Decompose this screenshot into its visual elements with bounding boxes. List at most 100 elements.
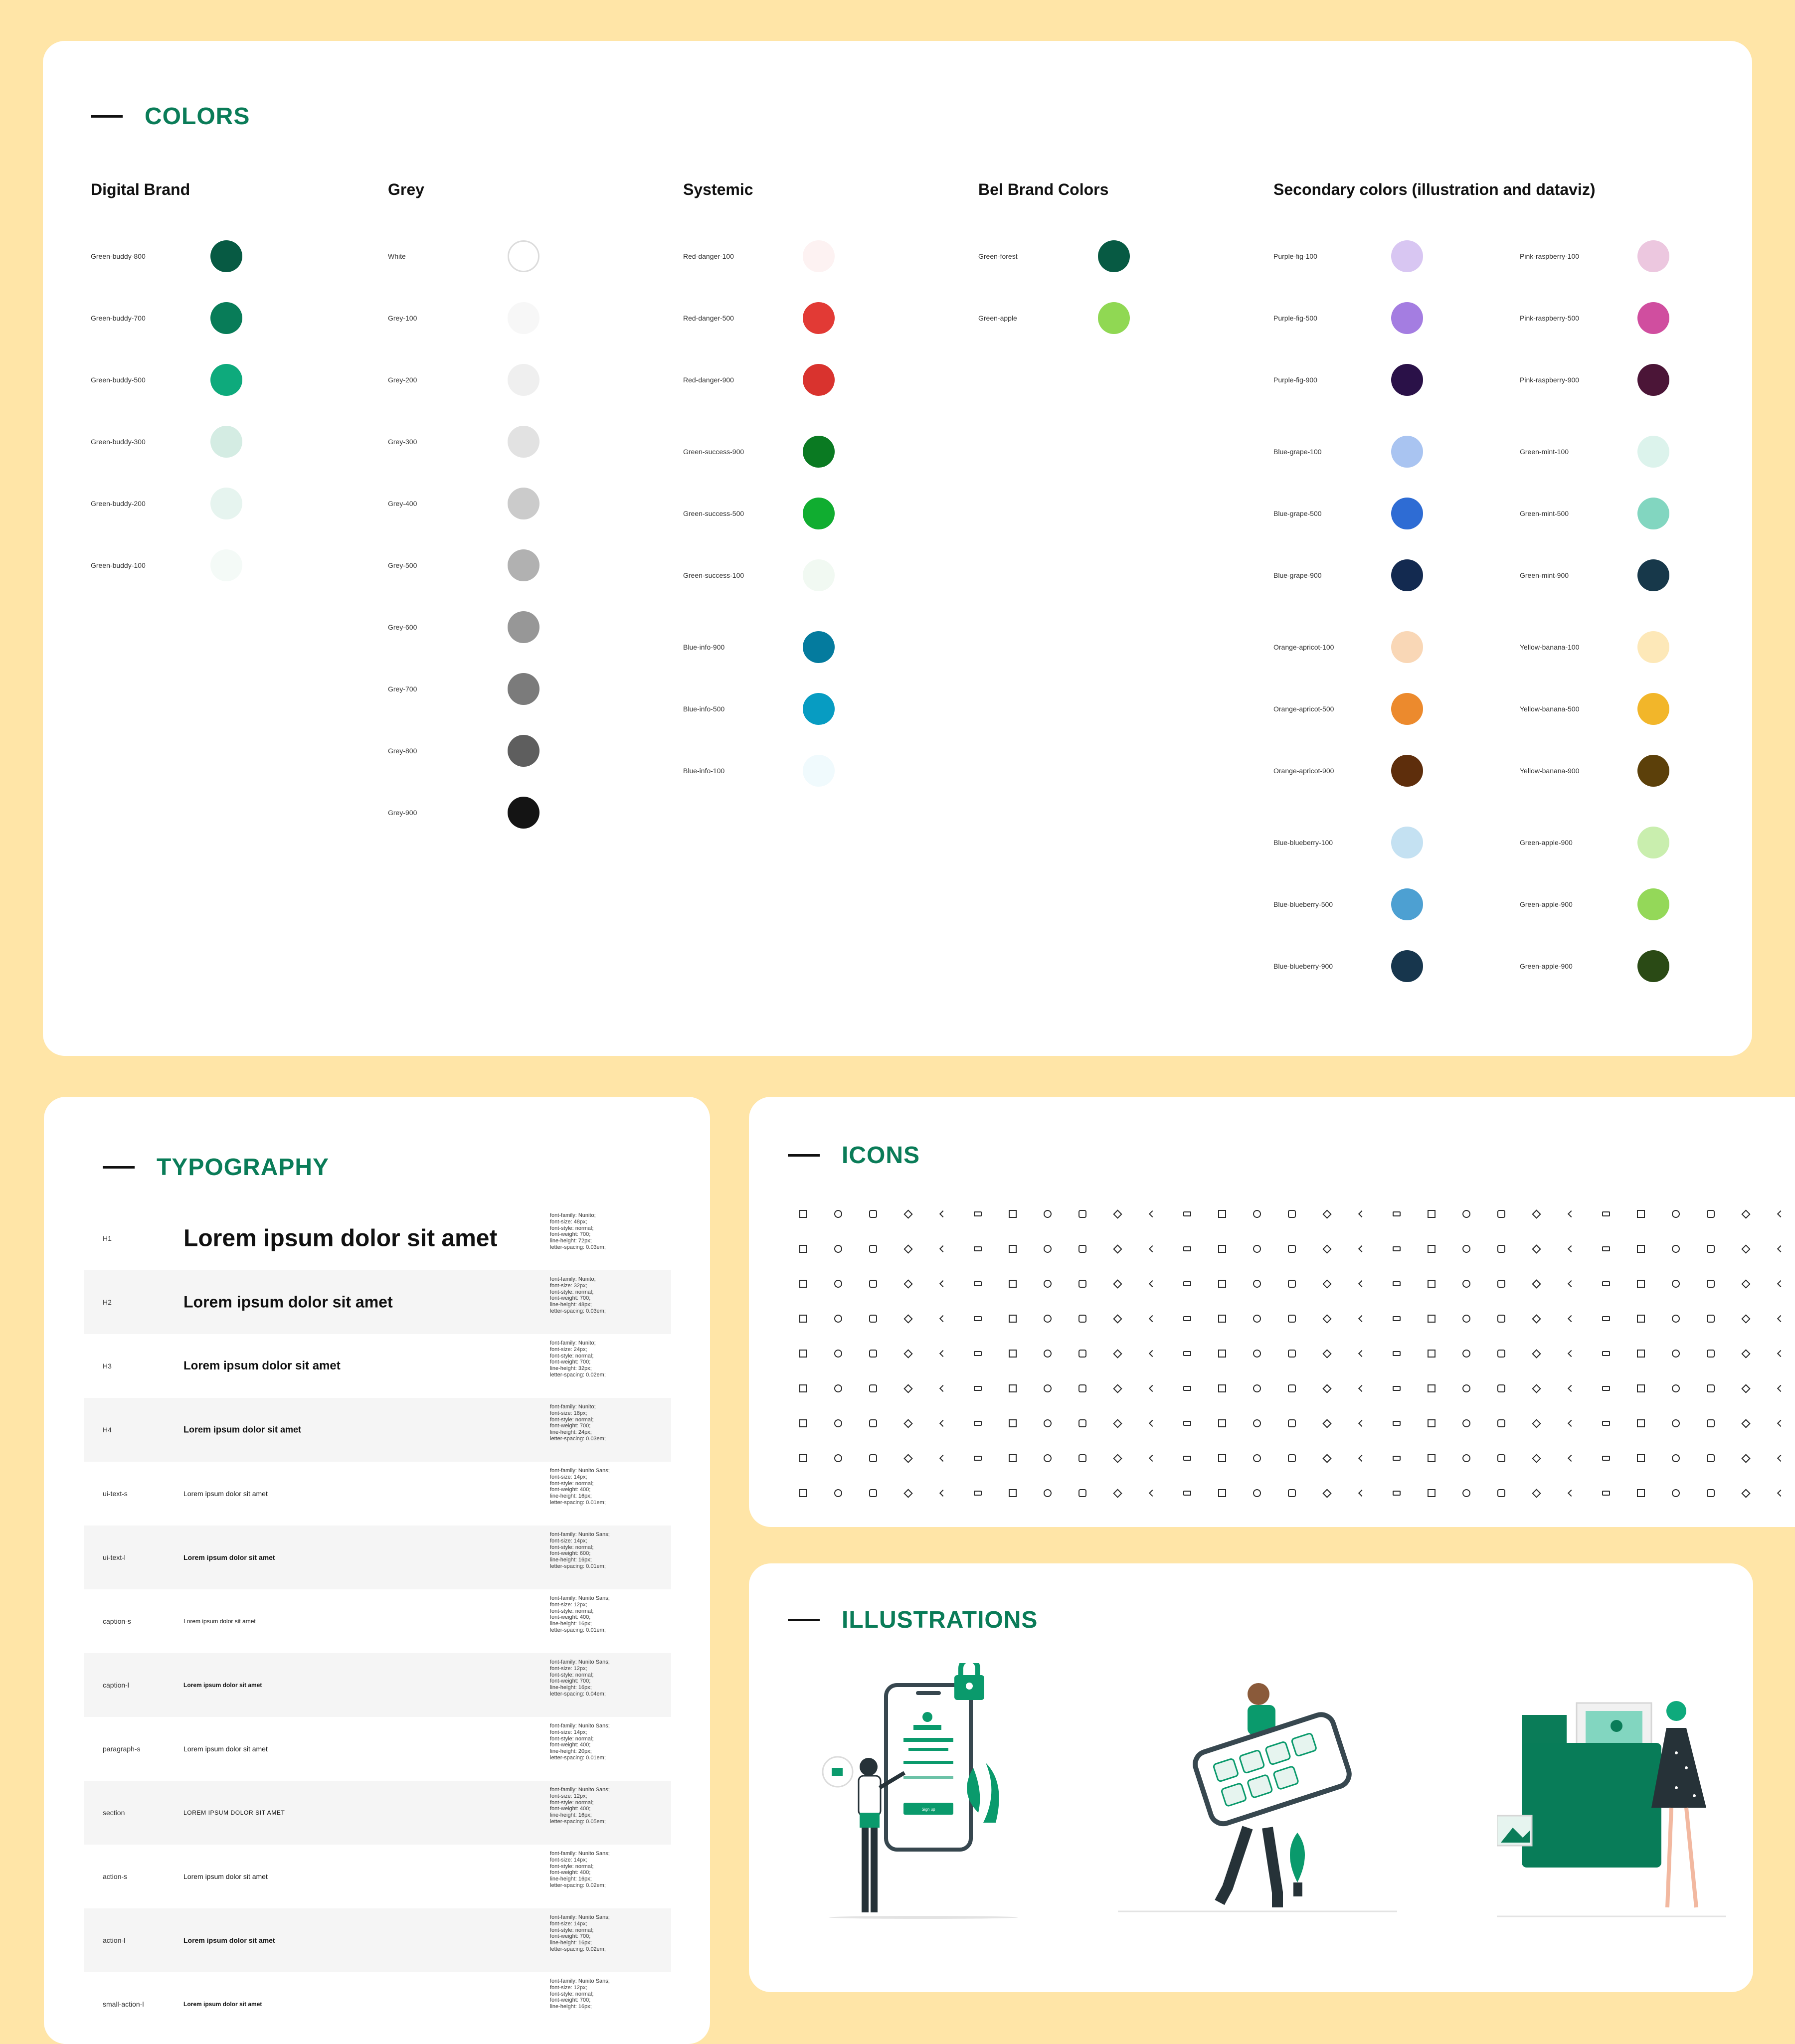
ui-icon[interactable] — [1379, 1266, 1414, 1301]
ui-icon[interactable] — [1763, 1196, 1795, 1231]
ui-icon[interactable] — [1449, 1196, 1484, 1231]
ui-icon[interactable] — [1589, 1476, 1623, 1511]
ui-icon[interactable] — [1135, 1336, 1170, 1371]
ui-icon[interactable] — [1135, 1406, 1170, 1441]
ui-icon[interactable] — [1274, 1406, 1309, 1441]
ui-icon[interactable] — [1379, 1301, 1414, 1336]
ui-icon[interactable] — [925, 1476, 960, 1511]
ui-icon[interactable] — [1170, 1406, 1205, 1441]
ui-icon[interactable] — [1309, 1406, 1344, 1441]
ui-icon[interactable] — [1309, 1476, 1344, 1511]
ui-icon[interactable] — [1100, 1301, 1135, 1336]
ui-icon[interactable] — [1449, 1371, 1484, 1406]
ui-icon[interactable] — [1100, 1196, 1135, 1231]
ui-icon[interactable] — [1065, 1231, 1100, 1266]
ui-icon[interactable] — [1344, 1301, 1379, 1336]
ui-icon[interactable] — [1414, 1336, 1449, 1371]
ui-icon[interactable] — [1554, 1406, 1589, 1441]
ui-icon[interactable] — [960, 1406, 995, 1441]
ui-icon[interactable] — [1693, 1196, 1728, 1231]
ui-icon[interactable] — [1344, 1196, 1379, 1231]
ui-icon[interactable] — [1414, 1301, 1449, 1336]
ui-icon[interactable] — [1170, 1196, 1205, 1231]
ui-icon[interactable] — [1100, 1266, 1135, 1301]
ui-icon[interactable] — [1135, 1196, 1170, 1231]
ui-icon[interactable] — [1344, 1406, 1379, 1441]
ui-icon[interactable] — [1274, 1441, 1309, 1476]
ui-icon[interactable] — [995, 1441, 1030, 1476]
ui-icon[interactable] — [1728, 1196, 1763, 1231]
ui-icon[interactable] — [1554, 1266, 1589, 1301]
ui-icon[interactable] — [1763, 1301, 1795, 1336]
ui-icon[interactable] — [925, 1231, 960, 1266]
ui-icon[interactable] — [1589, 1266, 1623, 1301]
ui-icon[interactable] — [995, 1371, 1030, 1406]
ui-icon[interactable] — [1484, 1196, 1519, 1231]
ui-icon[interactable] — [786, 1336, 821, 1371]
ui-icon[interactable] — [821, 1441, 856, 1476]
ui-icon[interactable] — [1135, 1476, 1170, 1511]
ui-icon[interactable] — [1170, 1231, 1205, 1266]
ui-icon[interactable] — [1065, 1406, 1100, 1441]
ui-icon[interactable] — [925, 1301, 960, 1336]
ui-icon[interactable] — [960, 1336, 995, 1371]
ui-icon[interactable] — [1030, 1476, 1065, 1511]
ui-icon[interactable] — [821, 1476, 856, 1511]
ui-icon[interactable] — [1728, 1301, 1763, 1336]
ui-icon[interactable] — [1728, 1371, 1763, 1406]
ui-icon[interactable] — [1763, 1231, 1795, 1266]
ui-icon[interactable] — [1589, 1231, 1623, 1266]
ui-icon[interactable] — [1763, 1371, 1795, 1406]
ui-icon[interactable] — [1693, 1406, 1728, 1441]
ui-icon[interactable] — [1658, 1231, 1693, 1266]
ui-icon[interactable] — [1763, 1406, 1795, 1441]
ui-icon[interactable] — [1309, 1441, 1344, 1476]
ui-icon[interactable] — [1554, 1336, 1589, 1371]
ui-icon[interactable] — [960, 1371, 995, 1406]
ui-icon[interactable] — [1728, 1441, 1763, 1476]
ui-icon[interactable] — [891, 1441, 925, 1476]
ui-icon[interactable] — [1065, 1441, 1100, 1476]
ui-icon[interactable] — [821, 1231, 856, 1266]
ui-icon[interactable] — [1100, 1476, 1135, 1511]
ui-icon[interactable] — [856, 1406, 891, 1441]
ui-icon[interactable] — [1693, 1371, 1728, 1406]
ui-icon[interactable] — [1623, 1441, 1658, 1476]
ui-icon[interactable] — [1519, 1266, 1554, 1301]
ui-icon[interactable] — [925, 1406, 960, 1441]
ui-icon[interactable] — [1484, 1406, 1519, 1441]
ui-icon[interactable] — [1309, 1301, 1344, 1336]
ui-icon[interactable] — [1554, 1476, 1589, 1511]
ui-icon[interactable] — [1414, 1371, 1449, 1406]
ui-icon[interactable] — [1484, 1336, 1519, 1371]
ui-icon[interactable] — [1100, 1371, 1135, 1406]
ui-icon[interactable] — [821, 1406, 856, 1441]
ui-icon[interactable] — [1658, 1406, 1693, 1441]
ui-icon[interactable] — [1030, 1301, 1065, 1336]
ui-icon[interactable] — [1519, 1336, 1554, 1371]
ui-icon[interactable] — [1344, 1371, 1379, 1406]
ui-icon[interactable] — [1065, 1196, 1100, 1231]
ui-icon[interactable] — [1240, 1441, 1274, 1476]
ui-icon[interactable] — [856, 1371, 891, 1406]
ui-icon[interactable] — [1484, 1441, 1519, 1476]
ui-icon[interactable] — [960, 1476, 995, 1511]
ui-icon[interactable] — [1449, 1441, 1484, 1476]
ui-icon[interactable] — [856, 1196, 891, 1231]
ui-icon[interactable] — [1379, 1336, 1414, 1371]
ui-icon[interactable] — [1589, 1196, 1623, 1231]
ui-icon[interactable] — [1728, 1336, 1763, 1371]
ui-icon[interactable] — [960, 1266, 995, 1301]
ui-icon[interactable] — [1240, 1196, 1274, 1231]
ui-icon[interactable] — [891, 1336, 925, 1371]
ui-icon[interactable] — [1379, 1406, 1414, 1441]
ui-icon[interactable] — [925, 1441, 960, 1476]
ui-icon[interactable] — [1240, 1406, 1274, 1441]
ui-icon[interactable] — [1135, 1231, 1170, 1266]
ui-icon[interactable] — [1170, 1476, 1205, 1511]
ui-icon[interactable] — [1205, 1266, 1240, 1301]
ui-icon[interactable] — [1414, 1266, 1449, 1301]
ui-icon[interactable] — [1554, 1196, 1589, 1231]
ui-icon[interactable] — [1205, 1196, 1240, 1231]
ui-icon[interactable] — [1240, 1476, 1274, 1511]
